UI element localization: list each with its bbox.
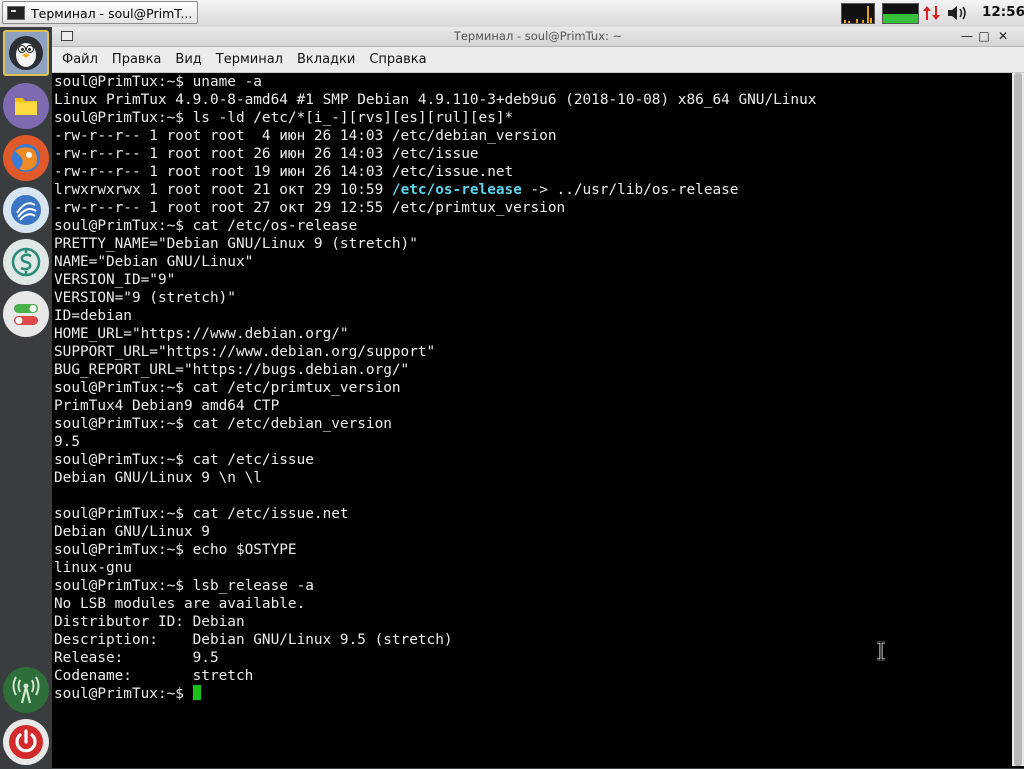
terminal-line-symlink: lrwxrwxrwx 1 root root 21 окт 29 10:59 /… (54, 181, 1012, 199)
menu-view[interactable]: Вид (168, 47, 208, 72)
folder-icon (15, 98, 37, 115)
education-tools-icon (11, 247, 41, 277)
close-icon[interactable]: ✕ (996, 29, 1010, 43)
scrollbar-thumb[interactable] (1014, 73, 1022, 766)
terminal-line: PrimTux4 Debian9 amd64 CTP (54, 398, 280, 414)
dock-file-manager-button[interactable] (3, 83, 49, 129)
clock[interactable]: 12:56 (982, 4, 1024, 20)
terminal-line: VERSION="9 (stretch)" (54, 290, 236, 306)
dock-network-button[interactable] (3, 667, 49, 713)
symlink-target: -> ../usr/lib/os-release (521, 182, 739, 198)
memory-monitor-graph[interactable] (882, 3, 919, 24)
window-title: Терминал - soul@PrimTux: ~ (453, 29, 623, 43)
settings-toggles-icon (14, 304, 38, 325)
terminal-output[interactable]: soul@PrimTux:~$ uname -a Linux PrimTux 4… (52, 73, 1012, 766)
dock-primtux-menu-button[interactable] (3, 30, 49, 76)
network-arrows-icon[interactable] (922, 4, 942, 22)
symlink-name: /etc/os-release (391, 182, 522, 198)
terminal-prompt-line[interactable]: soul@PrimTux:~$ (54, 685, 1012, 703)
terminal-line: 9.5 (54, 434, 80, 450)
dock-power-button[interactable] (3, 719, 49, 765)
terminal-line: -rw-r--r-- 1 root root 4 июн 26 14:03 /e… (54, 128, 557, 144)
dock-learning-button[interactable] (3, 187, 49, 233)
ibeam-cursor-icon (877, 641, 885, 661)
terminal-line: soul@PrimTux:~$ cat /etc/primtux_version (54, 380, 401, 396)
terminal-line: soul@PrimTux:~$ cat /etc/issue.net (54, 506, 349, 522)
text-cursor (192, 685, 201, 700)
terminal-line: soul@PrimTux:~$ echo $OSTYPE (54, 542, 297, 558)
terminal-line: PRETTY_NAME="Debian GNU/Linux 9 (stretch… (54, 236, 418, 252)
terminal-line: -rw-r--r-- 1 root root 26 июн 26 14:03 /… (54, 146, 479, 162)
terminal-line: soul@PrimTux:~$ cat /etc/issue (54, 452, 314, 468)
terminal-line: -rw-r--r-- 1 root root 27 окт 29 12:55 /… (54, 200, 566, 216)
window-titlebar[interactable]: Терминал - soul@PrimTux: ~ — □ ✕ (52, 27, 1024, 47)
primtux-logo-icon (9, 36, 43, 70)
terminal-line: Distributor ID: Debian (54, 614, 245, 630)
dock-settings-button[interactable] (3, 291, 49, 337)
terminal-line: No LSB modules are available. (54, 596, 306, 612)
terminal-line: linux-gnu (54, 560, 132, 576)
cpu-monitor-graph[interactable] (841, 3, 875, 24)
web-browser-icon (12, 144, 40, 172)
menu-bar: Файл Правка Вид Терминал Вкладки Справка (52, 47, 1024, 73)
terminal-line: soul@PrimTux:~$ cat /etc/debian_version (54, 416, 392, 432)
terminal-line: -rw-r--r-- 1 root root 19 июн 26 14:03 /… (54, 164, 514, 180)
terminal-line: ID=debian (54, 308, 132, 324)
power-icon (9, 725, 43, 759)
terminal-line: Linux PrimTux 4.9.0-8-amd64 #1 SMP Debia… (54, 92, 817, 108)
maximize-icon[interactable]: □ (977, 29, 991, 43)
terminal-prompt: soul@PrimTux:~$ (54, 686, 193, 702)
menu-terminal[interactable]: Терминал (209, 47, 290, 72)
terminal-line: Debian GNU/Linux 9 (54, 524, 210, 540)
volume-icon[interactable] (946, 4, 970, 22)
terminal-line: soul@PrimTux:~$ uname -a (54, 74, 262, 90)
dock-browser-button[interactable] (3, 135, 49, 181)
terminal-line: Release: 9.5 (54, 650, 219, 666)
terminal-line: SUPPORT_URL="https://www.debian.org/supp… (54, 344, 436, 360)
menu-file[interactable]: Файл (55, 47, 105, 72)
terminal-icon (7, 6, 25, 20)
terminal-line: Debian GNU/Linux 9 \n \l (54, 470, 262, 486)
terminal-line: soul@PrimTux:~$ cat /etc/os-release (54, 218, 358, 234)
taskbar-terminal-label: Терминал - soul@PrimT... (31, 6, 193, 21)
top-panel: Терминал - soul@PrimT... 12:56 (0, 0, 1024, 28)
symlink-line-prefix: lrwxrwxrwx 1 root root 21 окт 29 10:59 (54, 182, 392, 198)
menu-help[interactable]: Справка (362, 47, 433, 72)
menu-tabs[interactable]: Вкладки (290, 47, 362, 72)
terminal-line: Description: Debian GNU/Linux 9.5 (stret… (54, 632, 453, 648)
terminal-line: VERSION_ID="9" (54, 272, 176, 288)
terminal-line: BUG_REPORT_URL="https://bugs.debian.org/… (54, 362, 410, 378)
left-dock (0, 27, 52, 768)
menu-edit[interactable]: Правка (105, 47, 168, 72)
terminal-line: NAME="Debian GNU/Linux" (54, 254, 254, 270)
taskbar-terminal-button[interactable]: Терминал - soul@PrimT... (2, 1, 198, 24)
terminal-line: soul@PrimTux:~$ lsb_release -a (54, 578, 314, 594)
minimize-icon[interactable]: — (960, 29, 974, 43)
terminal-scrollbar[interactable] (1012, 73, 1024, 766)
terminal-line: soul@PrimTux:~$ ls -ld /etc/*[i_-][rvs][… (54, 110, 514, 126)
terminal-line: Codename: stretch (54, 668, 254, 684)
learning-apps-icon (11, 195, 41, 225)
wifi-antenna-icon (12, 676, 40, 704)
terminal-line: HOME_URL="https://www.debian.org/" (54, 326, 349, 342)
dock-education-button[interactable] (3, 239, 49, 285)
